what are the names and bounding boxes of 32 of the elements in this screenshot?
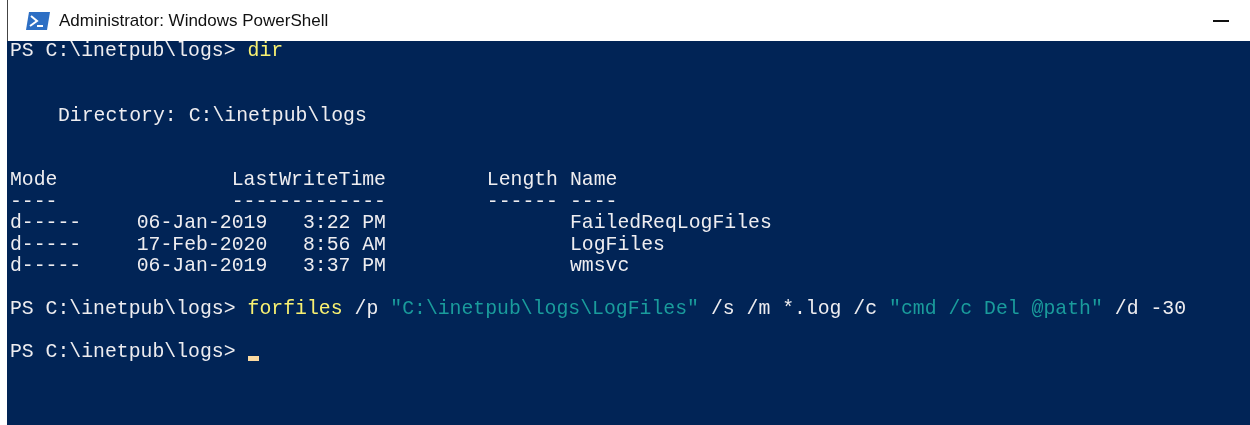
prompt-text: PS C:\inetpub\logs>: [10, 299, 236, 321]
prompt-text: PS C:\inetpub\logs>: [10, 41, 236, 63]
powershell-icon: [25, 10, 51, 31]
directory-path: C:\inetpub\logs: [188, 105, 367, 127]
header-underline: -------------: [231, 190, 386, 213]
string-argument: "C:\inetpub\logs\LogFiles": [390, 299, 699, 321]
column-header: Mode: [10, 169, 58, 191]
table-cell: d-----: [10, 233, 82, 256]
command-name: forfiles: [247, 299, 343, 321]
table-cell: 06-Jan-2019 3:37 PM: [136, 255, 386, 277]
table-cell: 06-Jan-2019 3:22 PM: [136, 212, 386, 234]
command-name: dir: [247, 41, 284, 63]
table-cell: FailedReqLogFiles: [570, 212, 772, 234]
table-cell: d-----: [10, 255, 82, 277]
minimize-icon: [1213, 19, 1229, 22]
prompt-text: PS C:\inetpub\logs>: [10, 342, 236, 364]
directory-label: Directory:: [58, 105, 177, 127]
table-cell: d-----: [10, 212, 82, 234]
command-parameter: /p: [354, 299, 379, 321]
column-header: LastWriteTime: [231, 169, 386, 191]
command-parameter: /s /m *.log /c: [710, 299, 878, 321]
header-underline: ----: [10, 190, 58, 213]
command-parameter: /d -30: [1114, 299, 1187, 321]
string-argument: "cmd /c Del @path": [889, 299, 1103, 321]
column-header: Name: [570, 169, 618, 191]
table-cell: 17-Feb-2020 8:56 AM: [136, 233, 386, 256]
table-cell: wmsvc: [570, 255, 630, 277]
column-header: Length: [486, 169, 558, 191]
header-underline: ----: [570, 190, 618, 213]
header-underline: ------: [486, 190, 558, 213]
window-title: Administrator: Windows PowerShell: [59, 9, 329, 32]
table-cell: LogFiles: [570, 233, 665, 256]
